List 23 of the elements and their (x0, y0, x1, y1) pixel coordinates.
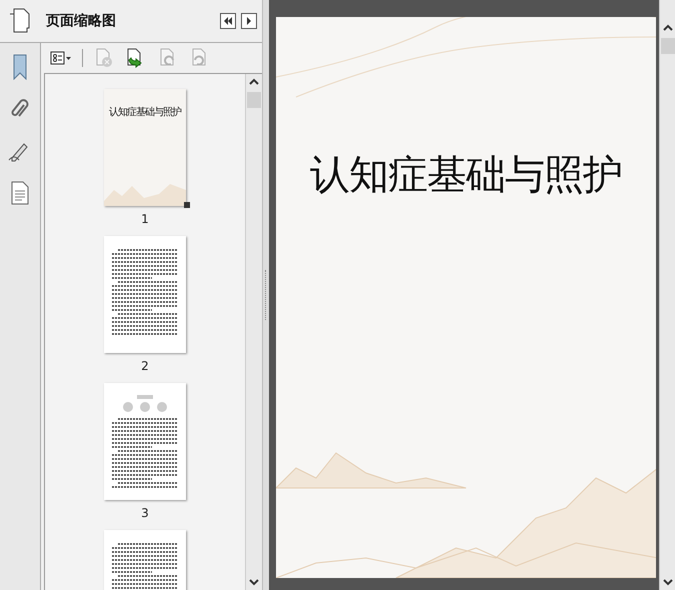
scrollbar[interactable] (245, 74, 262, 590)
panel-title: 页面缩略图 (46, 12, 117, 30)
page-thumbnail[interactable]: 认知症基础与照护 (104, 89, 186, 206)
scroll-down-icon[interactable] (662, 578, 672, 586)
thumbnail-title: 认知症基础与照护 (109, 106, 181, 119)
scroll-thumb[interactable] (247, 92, 261, 108)
right-arrow-icon (246, 17, 252, 25)
scroll-up-icon[interactable] (249, 78, 259, 86)
page-thumbnail[interactable] (104, 383, 186, 500)
scrollbar[interactable] (659, 0, 675, 590)
collapse-button[interactable] (220, 13, 236, 29)
next-button[interactable] (241, 13, 257, 29)
page-number: 2 (141, 359, 149, 373)
document-title: 认知症基础与照护 (310, 151, 622, 200)
scroll-up-icon[interactable] (662, 24, 672, 32)
scroll-thumb[interactable] (660, 38, 674, 54)
pages-icon[interactable] (8, 8, 32, 34)
scroll-down-icon[interactable] (249, 578, 259, 586)
resize-handle[interactable] (184, 202, 190, 208)
page-thumbnail[interactable] (104, 236, 186, 353)
page-number: 1 (141, 212, 149, 226)
double-left-arrow-icon (223, 17, 233, 25)
page-number: 3 (141, 506, 149, 520)
